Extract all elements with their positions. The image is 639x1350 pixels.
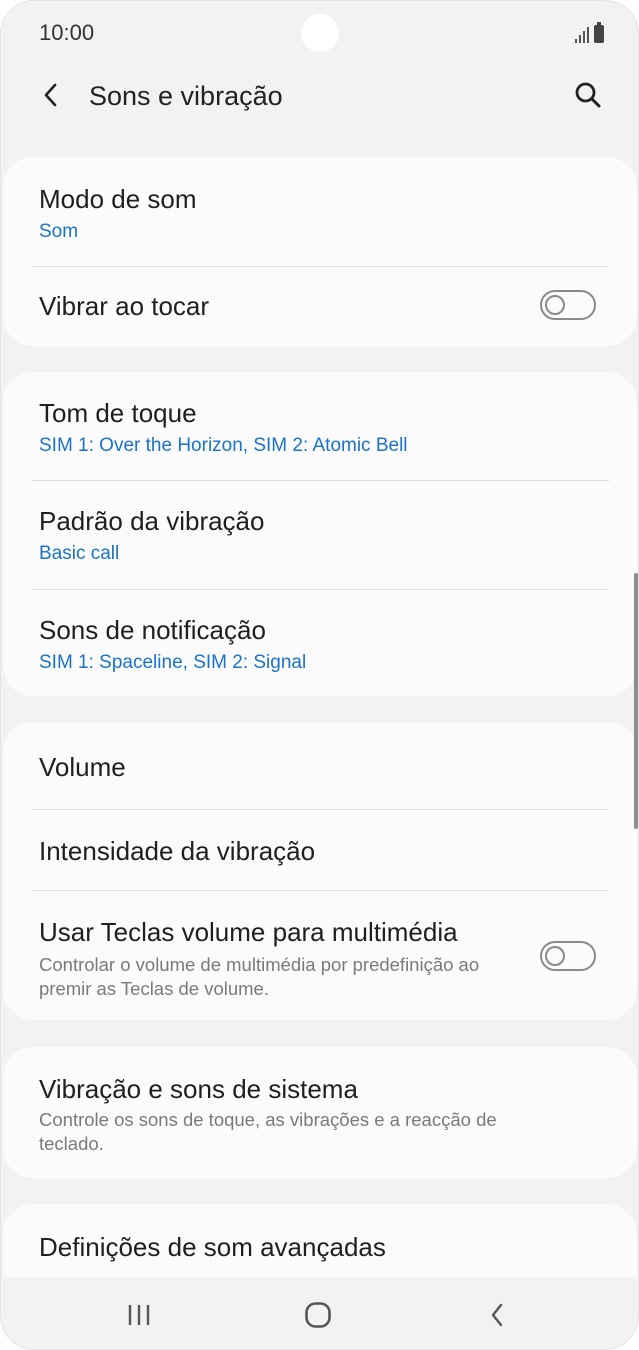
item-subtitle: SIM 1: Spaceline, SIM 2: Signal	[39, 652, 307, 673]
signal-icon	[575, 25, 589, 43]
page-title: Sons e vibração	[89, 81, 283, 111]
item-title: Intensidade da vibração	[39, 836, 316, 866]
scrollbar[interactable]	[634, 573, 638, 829]
item-title: Usar Teclas volume para multimédia	[39, 917, 458, 947]
item-title: Definições de som avançadas	[39, 1232, 386, 1262]
list-item-ringtone[interactable]: Tom de toque SIM 1: Over the Horizon, SI…	[3, 372, 637, 480]
item-title: Vibração e sons de sistema	[39, 1074, 358, 1104]
recent-apps-button[interactable]	[99, 1285, 179, 1345]
list-item-vibration-intensity[interactable]: Intensidade da vibração	[3, 810, 637, 890]
item-subtitle: SIM 1: Over the Horizon, SIM 2: Atomic B…	[39, 435, 408, 456]
item-subtitle: Som	[39, 221, 79, 242]
item-title: Volume	[39, 752, 126, 782]
settings-card-sound-mode: Modo de som Som Vibrar ao tocar	[3, 157, 637, 346]
settings-card-volume: Volume Intensidade da vibração Usar Tecl…	[3, 722, 637, 1020]
status-bar: 10:00	[1, 1, 638, 65]
item-title: Modo de som	[39, 184, 197, 214]
list-item-system-sounds[interactable]: Vibração e sons de sistema Controle os s…	[3, 1047, 637, 1178]
toggle-knob	[545, 946, 565, 966]
item-title: Vibrar ao tocar	[39, 291, 210, 321]
status-icons	[575, 21, 604, 43]
volume-keys-media-toggle[interactable]	[540, 941, 596, 971]
back-button[interactable]	[31, 75, 71, 115]
item-description: Controle os sons de toque, as vibrações …	[39, 1109, 497, 1154]
search-icon	[575, 82, 601, 108]
chevron-left-icon	[44, 83, 57, 107]
toggle-knob	[545, 295, 565, 315]
item-title: Padrão da vibração	[39, 506, 265, 536]
status-time: 10:00	[39, 20, 95, 45]
list-item-vibration-pattern[interactable]: Padrão da vibração Basic call	[3, 481, 637, 589]
item-subtitle: Basic call	[39, 543, 120, 564]
home-button[interactable]	[278, 1285, 358, 1345]
home-icon	[305, 1302, 331, 1328]
list-item-sound-mode[interactable]: Modo de som Som	[3, 157, 637, 266]
navigation-bar	[1, 1277, 638, 1349]
phone-screen: 10:00 Sons e vibração Modo de som Som Vi…	[0, 0, 639, 1350]
search-button[interactable]	[568, 75, 608, 115]
item-description: Controlar o volume de multimédia por pre…	[39, 954, 480, 999]
list-item-volume[interactable]: Volume	[3, 722, 637, 809]
item-title: Sons de notificação	[39, 615, 266, 645]
battery-icon	[594, 22, 604, 43]
settings-card-ringtones: Tom de toque SIM 1: Over the Horizon, SI…	[3, 372, 637, 696]
nav-back-button[interactable]	[457, 1285, 537, 1345]
list-item-volume-keys-media[interactable]: Usar Teclas volume para multimédia Contr…	[3, 891, 637, 1020]
settings-card-system-sounds: Vibração e sons de sistema Controle os s…	[3, 1047, 637, 1178]
vibrate-on-ring-toggle[interactable]	[540, 290, 596, 320]
item-title: Tom de toque	[39, 398, 197, 428]
recent-apps-icon	[128, 1305, 150, 1325]
back-icon	[491, 1303, 503, 1327]
app-bar: Sons e vibração	[1, 65, 638, 129]
camera-cutout	[301, 14, 339, 52]
list-item-notification-sounds[interactable]: Sons de notificação SIM 1: Spaceline, SI…	[3, 590, 637, 696]
list-item-advanced-sound-settings[interactable]: Definições de som avançadas	[3, 1204, 637, 1277]
list-item-vibrate-on-ring[interactable]: Vibrar ao tocar	[3, 267, 637, 346]
